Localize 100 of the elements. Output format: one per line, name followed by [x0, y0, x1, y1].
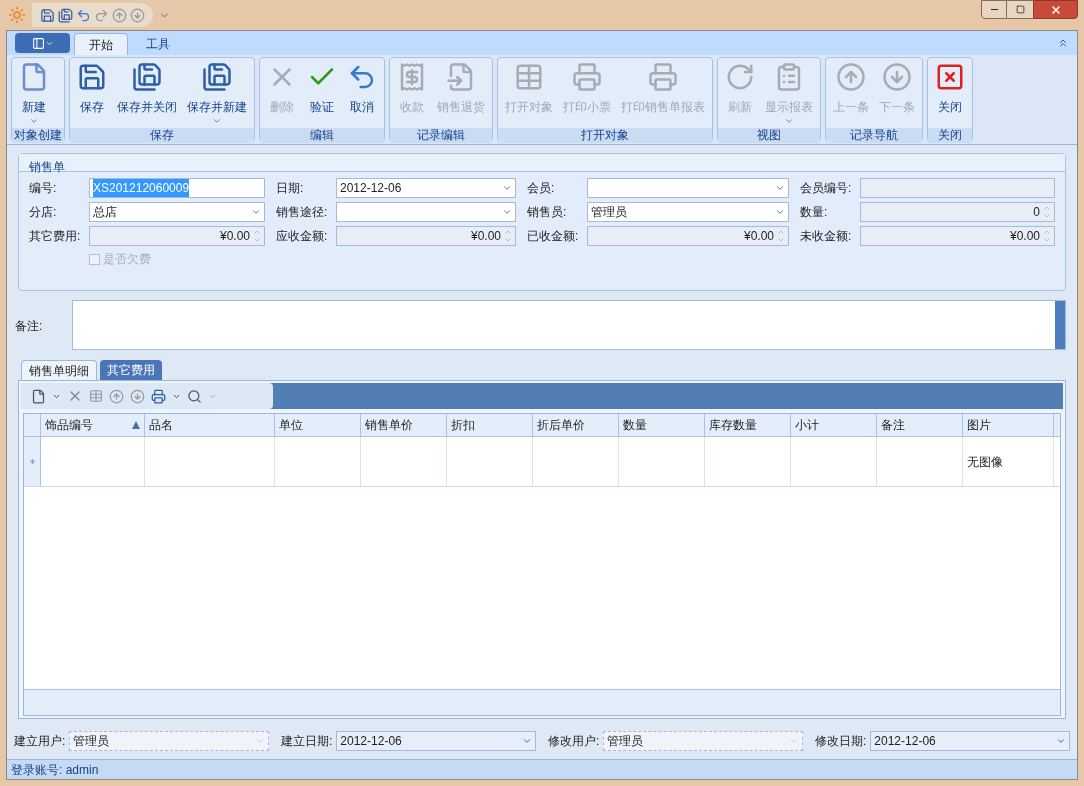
spinner-icon — [1043, 228, 1051, 244]
close-button[interactable] — [1033, 0, 1078, 19]
column-header[interactable]: 品名 — [145, 414, 275, 436]
column-header[interactable]: 图片 — [963, 414, 1054, 436]
column-header[interactable]: 销售单价 — [361, 414, 447, 436]
spinner-icon — [504, 228, 512, 244]
field-label: 建立日期: — [281, 733, 333, 750]
spinner-icon — [777, 228, 785, 244]
group-label: 视图 — [718, 128, 820, 143]
ribbon-tab[interactable]: 开始 — [74, 33, 128, 55]
minimize-button[interactable] — [981, 0, 1007, 19]
detail-tab[interactable]: 其它费用 — [100, 360, 162, 380]
field-label: 日期: — [276, 180, 305, 197]
caret-icon — [29, 116, 39, 126]
caret-icon — [502, 183, 512, 193]
column-header[interactable]: 饰品编号 — [41, 414, 145, 436]
dropdown-field[interactable]: 2012-12-06 — [870, 731, 1070, 751]
caret-icon — [522, 736, 532, 746]
field-label: 销售途径: — [276, 204, 329, 221]
group-label: 打开对象 — [498, 128, 712, 143]
caret-icon — [502, 207, 512, 217]
dropdown-field[interactable]: 总店 — [89, 202, 265, 222]
spinner-icon — [253, 228, 261, 244]
close-icon — [935, 62, 965, 92]
field-label: 分店: — [29, 204, 58, 221]
table-cell: 无图像 — [963, 437, 1054, 486]
printer-icon — [572, 62, 602, 92]
ribbon-button[interactable]: 保存 — [72, 58, 112, 128]
maximize-button[interactable] — [1007, 0, 1033, 19]
scrollbar[interactable] — [1055, 301, 1065, 349]
field-label: 会员: — [527, 180, 556, 197]
field-label: 其它费用: — [29, 228, 82, 245]
field-label: 已收金额: — [527, 228, 580, 245]
field-label: 未收金额: — [800, 228, 853, 245]
column-header[interactable]: 小计 — [791, 414, 877, 436]
ribbon-button[interactable]: 保存并新建 — [182, 58, 252, 128]
caret-icon — [212, 116, 222, 126]
file-icon[interactable] — [31, 388, 46, 404]
field-label: 编号: — [29, 180, 58, 197]
search-icon[interactable] — [187, 388, 202, 404]
caret-icon — [789, 736, 799, 746]
column-header[interactable]: 折后单价 — [533, 414, 619, 436]
field-label: 数量: — [800, 204, 829, 221]
ribbon-button[interactable]: 验证 — [302, 58, 342, 128]
detail-tab[interactable]: 销售单明细 — [21, 360, 97, 380]
group-title: 销售单 — [29, 160, 65, 174]
refresh-icon — [725, 62, 755, 92]
input-field[interactable] — [860, 178, 1055, 198]
app-menu-button[interactable] — [15, 33, 70, 53]
table-icon[interactable] — [89, 389, 103, 403]
undo-icon[interactable] — [76, 7, 91, 23]
dropdown-field[interactable] — [336, 202, 516, 222]
ribbon-button[interactable]: 关闭 — [930, 58, 970, 128]
remark-label: 备注: — [15, 318, 44, 335]
column-header[interactable]: 单位 — [275, 414, 361, 436]
dropdown-field[interactable]: 管理员 — [587, 202, 789, 222]
close-icon — [1049, 3, 1062, 16]
ribbon-button[interactable]: 取消 — [342, 58, 382, 128]
ribbon-tab[interactable]: 工具 — [132, 33, 184, 55]
ribbon-button[interactable]: 保存并关闭 — [112, 58, 182, 128]
field-label: 销售员: — [527, 204, 568, 221]
column-header[interactable]: 折扣 — [447, 414, 533, 436]
group-label: 编辑 — [260, 128, 384, 143]
caret-icon — [255, 736, 265, 746]
dropdown-field[interactable]: 2012-12-06 — [336, 178, 516, 198]
redo-icon[interactable] — [94, 7, 109, 23]
group-label: 记录编辑 — [390, 128, 492, 143]
printer-icon[interactable] — [151, 388, 166, 404]
field-label: 修改用户: — [548, 733, 600, 750]
collapse-ribbon-icon[interactable] — [1057, 37, 1069, 49]
spin-field[interactable]: ¥0.00 — [860, 226, 1055, 246]
spin-field[interactable]: ¥0.00 — [89, 226, 265, 246]
table-icon — [514, 62, 544, 92]
caret-icon — [784, 116, 794, 126]
field-label: 建立用户: — [14, 733, 66, 750]
group-label: 记录导航 — [826, 128, 922, 143]
ribbon-button[interactable]: 新建 — [14, 58, 54, 128]
column-header[interactable]: 库存数量 — [705, 414, 791, 436]
panel-icon — [31, 36, 45, 50]
maximize-icon — [1015, 5, 1025, 14]
dropdown-field[interactable]: 2012-12-06 — [336, 731, 536, 751]
new-row-icon — [27, 457, 37, 466]
group-label: 关闭 — [928, 128, 972, 143]
remark-field[interactable] — [72, 300, 1066, 350]
spin-field[interactable]: 0 — [860, 202, 1055, 222]
printer-icon — [648, 62, 678, 92]
login-account-text: 登录账号: admin — [11, 761, 99, 779]
app-logo-icon — [8, 6, 26, 24]
group-label: 保存 — [70, 128, 254, 143]
field-label: 应收金额: — [276, 228, 329, 245]
field-label: 修改日期: — [815, 733, 867, 750]
sort-arrow-icon — [132, 421, 140, 429]
dropdown-field[interactable] — [587, 178, 789, 198]
group-label: 对象创建 — [12, 128, 64, 143]
caret-icon — [775, 183, 785, 193]
spin-field[interactable]: ¥0.00 — [336, 226, 516, 246]
spin-field[interactable]: ¥0.00 — [587, 226, 789, 246]
column-header[interactable]: 数量 — [619, 414, 705, 436]
caret-icon — [775, 207, 785, 217]
column-header[interactable]: 备注 — [877, 414, 963, 436]
